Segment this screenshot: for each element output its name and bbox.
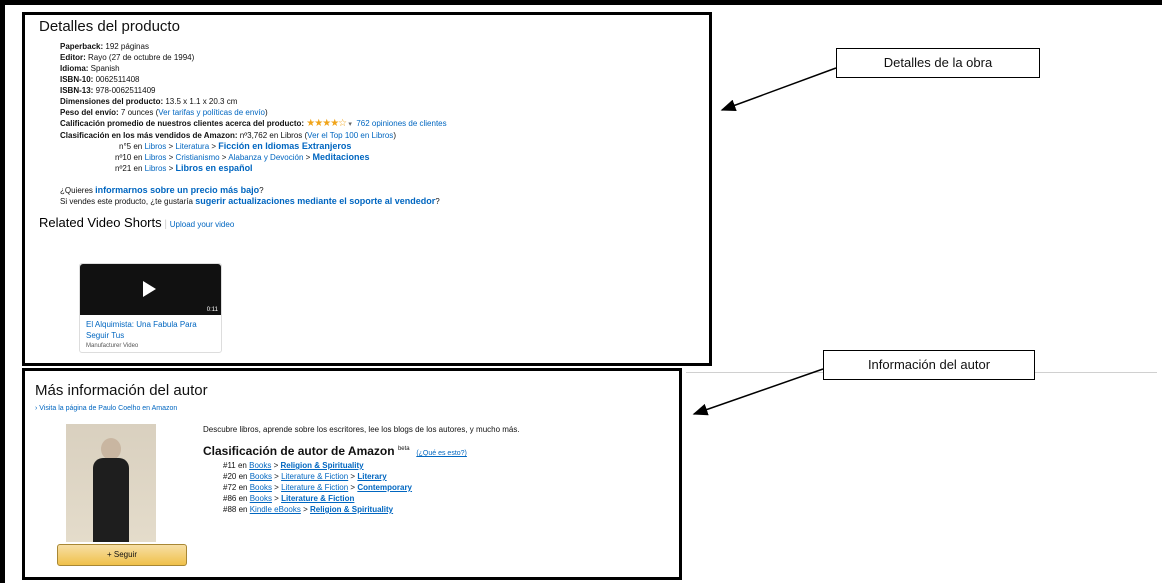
callout-arrows [692,67,837,416]
arrow-to-author [692,368,824,416]
arrow-to-details [720,67,837,111]
